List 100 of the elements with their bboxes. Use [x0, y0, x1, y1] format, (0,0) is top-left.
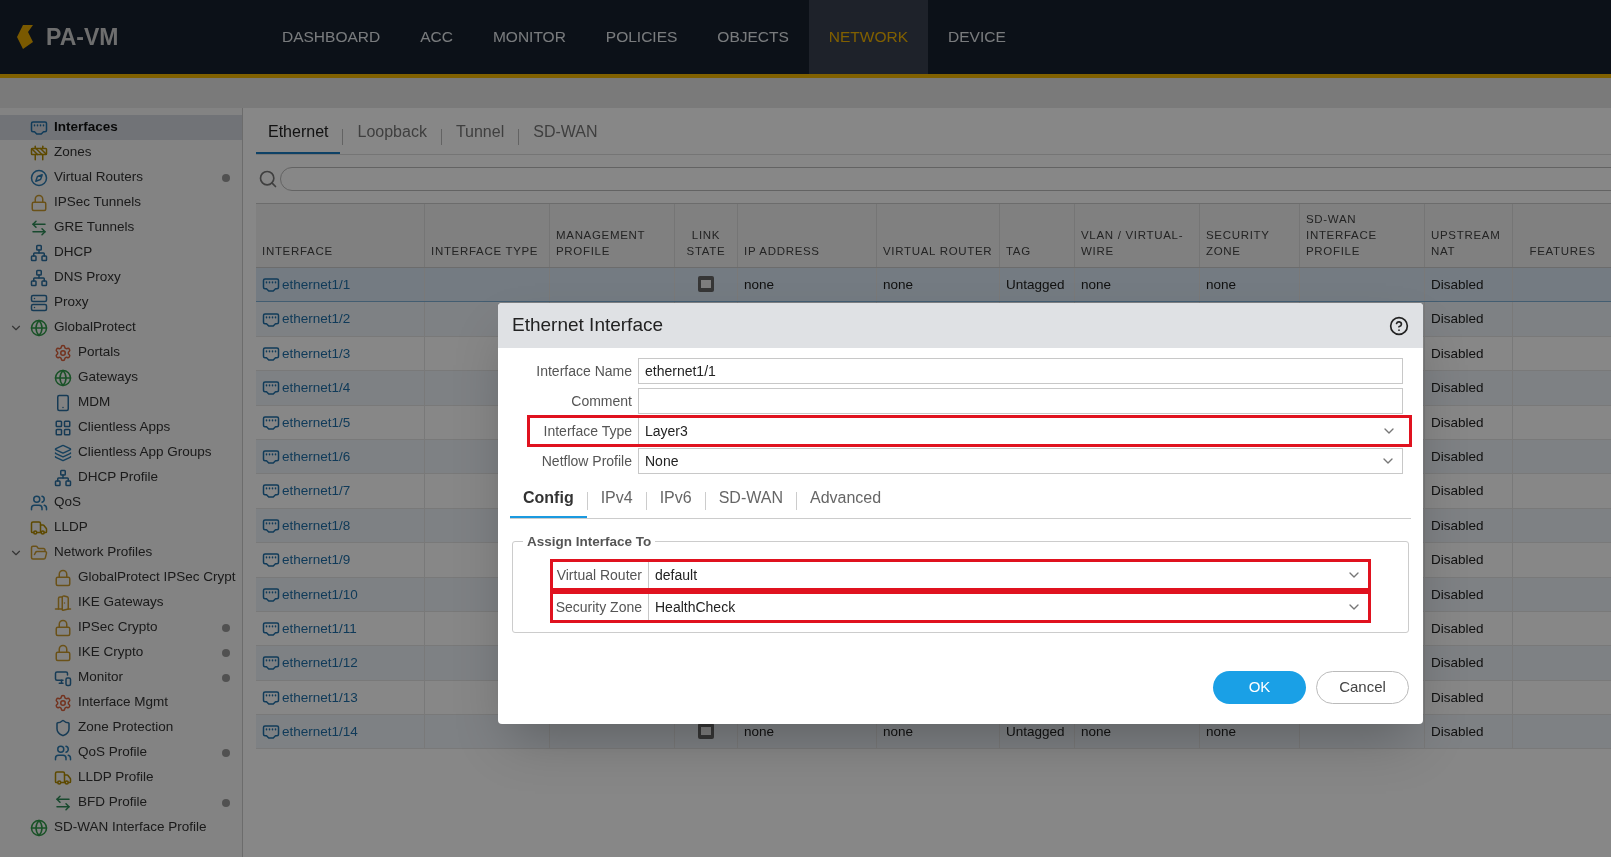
- interface-link[interactable]: ethernet1/1: [282, 275, 351, 296]
- monitor-icon: [54, 668, 72, 687]
- tab[interactable]: Tunnel: [443, 120, 517, 154]
- table-cell-text: Untagged: [1006, 723, 1065, 742]
- sidebar-item[interactable]: DHCP Profile: [0, 465, 242, 490]
- ethernet-port-icon: [262, 654, 280, 673]
- ethernet-port-icon: [262, 585, 280, 604]
- tab[interactable]: Ethernet: [256, 120, 341, 154]
- sidebar-item[interactable]: LLDP Profile: [0, 765, 242, 790]
- tab[interactable]: SD-WAN: [705, 484, 796, 518]
- sidebar-item[interactable]: IKE Gateways: [0, 590, 242, 615]
- column-header[interactable]: SD-WAN INTERFACE PROFILE: [1306, 211, 1418, 259]
- nav-tab[interactable]: OBJECTS: [697, 0, 809, 74]
- nav-tab[interactable]: DASHBOARD: [262, 0, 401, 74]
- table-cell-text: Disabled: [1431, 688, 1484, 707]
- tab[interactable]: Loopback: [345, 120, 439, 154]
- network-icon: [30, 268, 48, 287]
- input-field[interactable]: ethernet1/1: [638, 358, 1403, 384]
- network-icon: [30, 243, 48, 262]
- sidebar-item[interactable]: GlobalProtect: [0, 315, 242, 340]
- ethernet-port-icon: [262, 516, 280, 535]
- search-field[interactable]: [280, 167, 1611, 191]
- interface-link[interactable]: ethernet1/11: [282, 618, 357, 640]
- column-header[interactable]: INTERFACE: [262, 243, 333, 259]
- tab[interactable]: Config: [510, 484, 587, 518]
- sidebar-item[interactable]: LLDP: [0, 515, 242, 540]
- interface-link[interactable]: ethernet1/8: [282, 515, 351, 536]
- table-cell-text: none: [1081, 276, 1112, 294]
- sidebar-item[interactable]: IPSec Tunnels: [0, 190, 242, 215]
- arrows-icon: [30, 218, 48, 237]
- sidebar-item[interactable]: Zones: [0, 140, 242, 165]
- sidebar-item[interactable]: Zone Protection: [0, 715, 242, 740]
- ok-button[interactable]: OK: [1213, 671, 1306, 704]
- table-cell-text: Disabled: [1431, 551, 1484, 570]
- sidebar-item[interactable]: DHCP: [0, 240, 242, 265]
- column-header[interactable]: SECURITY ZONE: [1206, 227, 1293, 259]
- table-cell-text: Disabled: [1431, 654, 1484, 673]
- interface-link[interactable]: ethernet1/7: [282, 481, 351, 502]
- interface-link[interactable]: ethernet1/10: [282, 584, 358, 605]
- nav-tab[interactable]: DEVICE: [928, 0, 1026, 74]
- layers-icon: [54, 443, 72, 462]
- sidebar-item[interactable]: BFD Profile: [0, 790, 242, 815]
- sidebar-item[interactable]: DNS Proxy: [0, 265, 242, 290]
- sidebar-item[interactable]: Proxy: [0, 290, 242, 315]
- tab[interactable]: Advanced: [797, 484, 895, 518]
- interface-link[interactable]: ethernet1/12: [282, 653, 358, 674]
- sidebar-item[interactable]: SD-WAN Interface Profile: [0, 815, 242, 840]
- table-cell-text: Disabled: [1431, 723, 1484, 742]
- nav-tab[interactable]: NETWORK: [808, 0, 929, 74]
- sidebar-item[interactable]: GRE Tunnels: [0, 215, 242, 240]
- dropdown-field[interactable]: None: [638, 448, 1403, 474]
- column-header[interactable]: FEATURES: [1529, 243, 1596, 259]
- sidebar-item[interactable]: Portals: [0, 340, 242, 365]
- nav-tab[interactable]: MONITOR: [472, 0, 586, 74]
- sidebar-item[interactable]: IPSec Crypto: [0, 615, 242, 640]
- sidebar-item[interactable]: Clientless App Groups: [0, 440, 242, 465]
- tab[interactable]: IPv4: [587, 484, 646, 518]
- column-header[interactable]: MANAGEMENT PROFILE: [556, 227, 668, 259]
- sidebar-item[interactable]: Interface Mgmt: [0, 690, 242, 715]
- column-header[interactable]: TAG: [1006, 243, 1031, 259]
- sidebar-item[interactable]: QoS: [0, 490, 242, 515]
- sidebar-item[interactable]: Virtual Routers: [0, 165, 242, 190]
- sidebar-item[interactable]: Clientless Apps: [0, 415, 242, 440]
- interface-link[interactable]: ethernet1/6: [282, 446, 351, 468]
- sidebar-item[interactable]: QoS Profile: [0, 740, 242, 765]
- column-header[interactable]: VIRTUAL ROUTER: [883, 243, 993, 259]
- sidebar-item[interactable]: IKE Crypto: [0, 640, 242, 665]
- cancel-button[interactable]: Cancel: [1316, 671, 1409, 704]
- input-field[interactable]: [638, 388, 1403, 414]
- server-icon: [30, 293, 48, 312]
- interface-link[interactable]: ethernet1/14: [282, 722, 358, 743]
- interface-link[interactable]: ethernet1/3: [282, 343, 351, 365]
- sidebar-item[interactable]: Monitor: [0, 665, 242, 690]
- interface-link[interactable]: ethernet1/5: [282, 412, 351, 433]
- column-header[interactable]: INTERFACE TYPE: [431, 243, 539, 259]
- interface-link[interactable]: ethernet1/9: [282, 550, 351, 571]
- column-header[interactable]: LINK STATE: [681, 227, 731, 259]
- tab[interactable]: SD-WAN: [521, 120, 610, 154]
- sidebar-item[interactable]: GlobalProtect IPSec Crypt: [0, 565, 242, 590]
- sidebar-item[interactable]: Gateways: [0, 365, 242, 390]
- nav-tab[interactable]: ACC: [400, 0, 473, 74]
- interface-link[interactable]: ethernet1/13: [282, 687, 358, 708]
- sidebar-item[interactable]: MDM: [0, 390, 242, 415]
- column-header[interactable]: VLAN / VIRTUAL-WIRE: [1081, 227, 1193, 259]
- interface-link[interactable]: ethernet1/4: [282, 378, 351, 399]
- lock-icon: [54, 568, 72, 587]
- nav-tab[interactable]: POLICIES: [585, 0, 698, 74]
- help-icon[interactable]: [1389, 315, 1409, 336]
- network-icon: [54, 468, 72, 487]
- tab[interactable]: IPv6: [646, 484, 705, 518]
- sidebar-item[interactable]: Interfaces: [0, 115, 242, 140]
- sidebar-item[interactable]: Network Profiles: [0, 540, 242, 565]
- folder-icon: [30, 543, 48, 562]
- column-header[interactable]: IP ADDRESS: [744, 243, 820, 259]
- ethernet-port-icon: [262, 310, 280, 329]
- column-header[interactable]: UPSTREAM NAT: [1431, 227, 1506, 259]
- people-icon: [30, 493, 48, 512]
- ethernet-port-icon: [262, 276, 280, 295]
- interface-link[interactable]: ethernet1/2: [282, 309, 351, 330]
- table-row[interactable]: ethernet1/1 none none Untagged none none Disabled: [256, 268, 1611, 303]
